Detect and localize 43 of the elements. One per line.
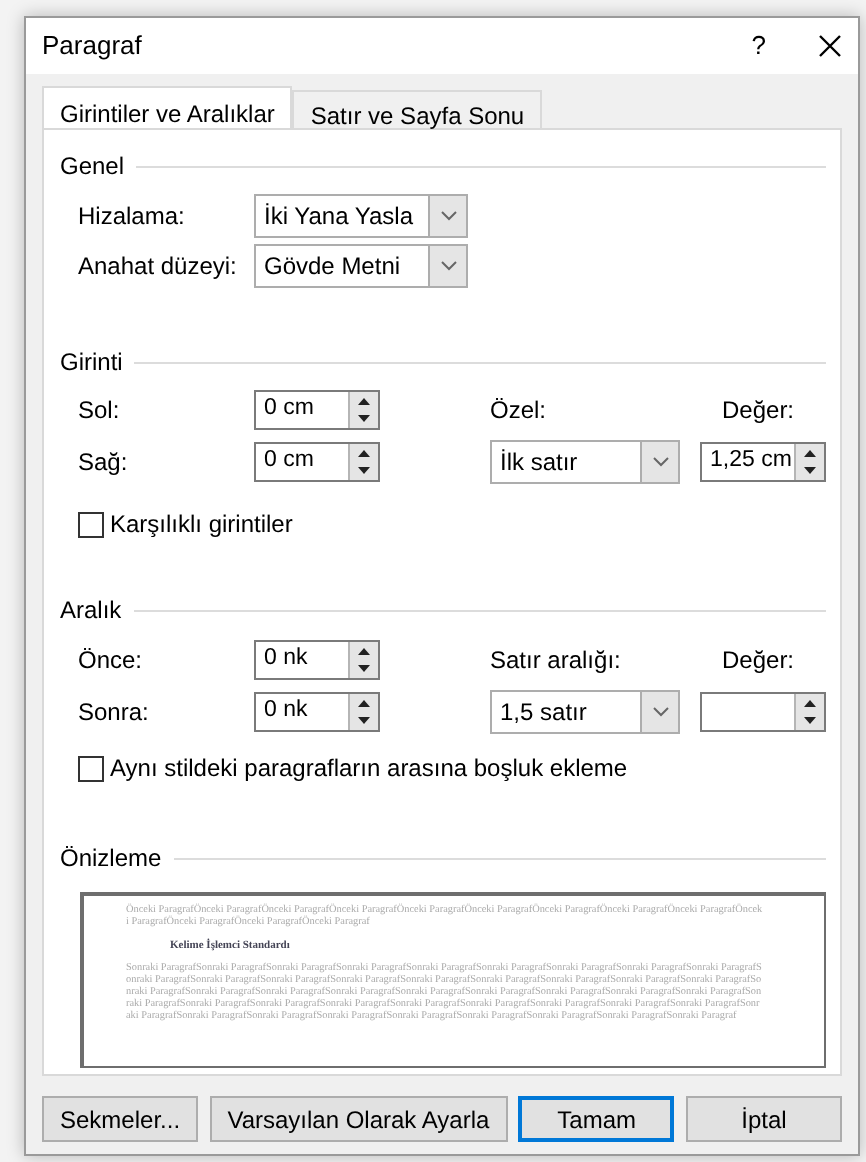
dialog-button[interactable]: İptal <box>686 1096 842 1142</box>
field-label: Satır aralığı: <box>490 644 623 678</box>
field-label: Sol: <box>78 394 122 428</box>
field-label: Değer: <box>722 394 797 428</box>
window-title: Paragraf <box>42 28 144 65</box>
checkbox-label: Aynı stildeki paragrafların arasına boşluk ekleme <box>110 752 628 786</box>
field-label: Önce: <box>78 644 145 678</box>
spin-buttons-icon[interactable] <box>348 694 378 730</box>
field-label: Değer: <box>722 644 797 678</box>
special-indent-dropdown[interactable]: İlk satır <box>490 440 680 484</box>
spin-buttons-icon[interactable] <box>348 444 378 480</box>
spin-buttons-icon[interactable] <box>348 642 378 678</box>
tab[interactable]: Girintiler ve Aralıklar <box>42 86 293 128</box>
spin-buttons-icon[interactable] <box>348 392 378 428</box>
alignment-dropdown[interactable]: İki Yana Yasla <box>254 194 468 238</box>
spin-buttons-icon[interactable] <box>794 444 824 480</box>
field-label: Sağ: <box>78 446 130 480</box>
left-indent-spinbox[interactable]: 0 cm <box>254 390 380 430</box>
group-title: Girinti <box>60 346 123 380</box>
spin-buttons-icon[interactable] <box>794 694 824 730</box>
indent-value-spinbox[interactable]: 1,25 cm <box>700 442 826 482</box>
checkbox[interactable] <box>78 755 104 781</box>
field-label: Hizalama: <box>78 200 187 234</box>
help-button[interactable]: ? <box>751 26 766 66</box>
checkbox[interactable] <box>78 511 104 537</box>
checkbox-label: Karşılıklı girintiler <box>110 508 293 542</box>
spacing-after-spinbox[interactable]: 0 nk <box>254 692 380 732</box>
dialog-button[interactable]: Sekmeler... <box>42 1096 199 1142</box>
group-title: Genel <box>60 150 125 184</box>
line-spacing-dropdown[interactable]: 1,5 satır <box>490 690 680 734</box>
dialog-button[interactable]: Varsayılan Olarak Ayarla <box>209 1096 508 1142</box>
spacing-before-spinbox[interactable]: 0 nk <box>254 640 380 680</box>
line-spacing-value-spinbox[interactable] <box>700 692 826 732</box>
close-icon[interactable] <box>818 34 842 58</box>
tab[interactable]: Satır ve Sayfa Sonu <box>292 90 543 128</box>
group-title: Önizleme <box>60 842 162 876</box>
field-label: Sonra: <box>78 696 151 730</box>
group-title: Aralık <box>60 594 122 628</box>
dialog-button[interactable]: Tamam <box>518 1096 675 1142</box>
outline-level-dropdown[interactable]: Gövde Metni <box>254 244 468 288</box>
right-indent-spinbox[interactable]: 0 cm <box>254 442 380 482</box>
field-label: Özel: <box>490 394 549 428</box>
field-label: Anahat düzeyi: <box>78 250 239 284</box>
